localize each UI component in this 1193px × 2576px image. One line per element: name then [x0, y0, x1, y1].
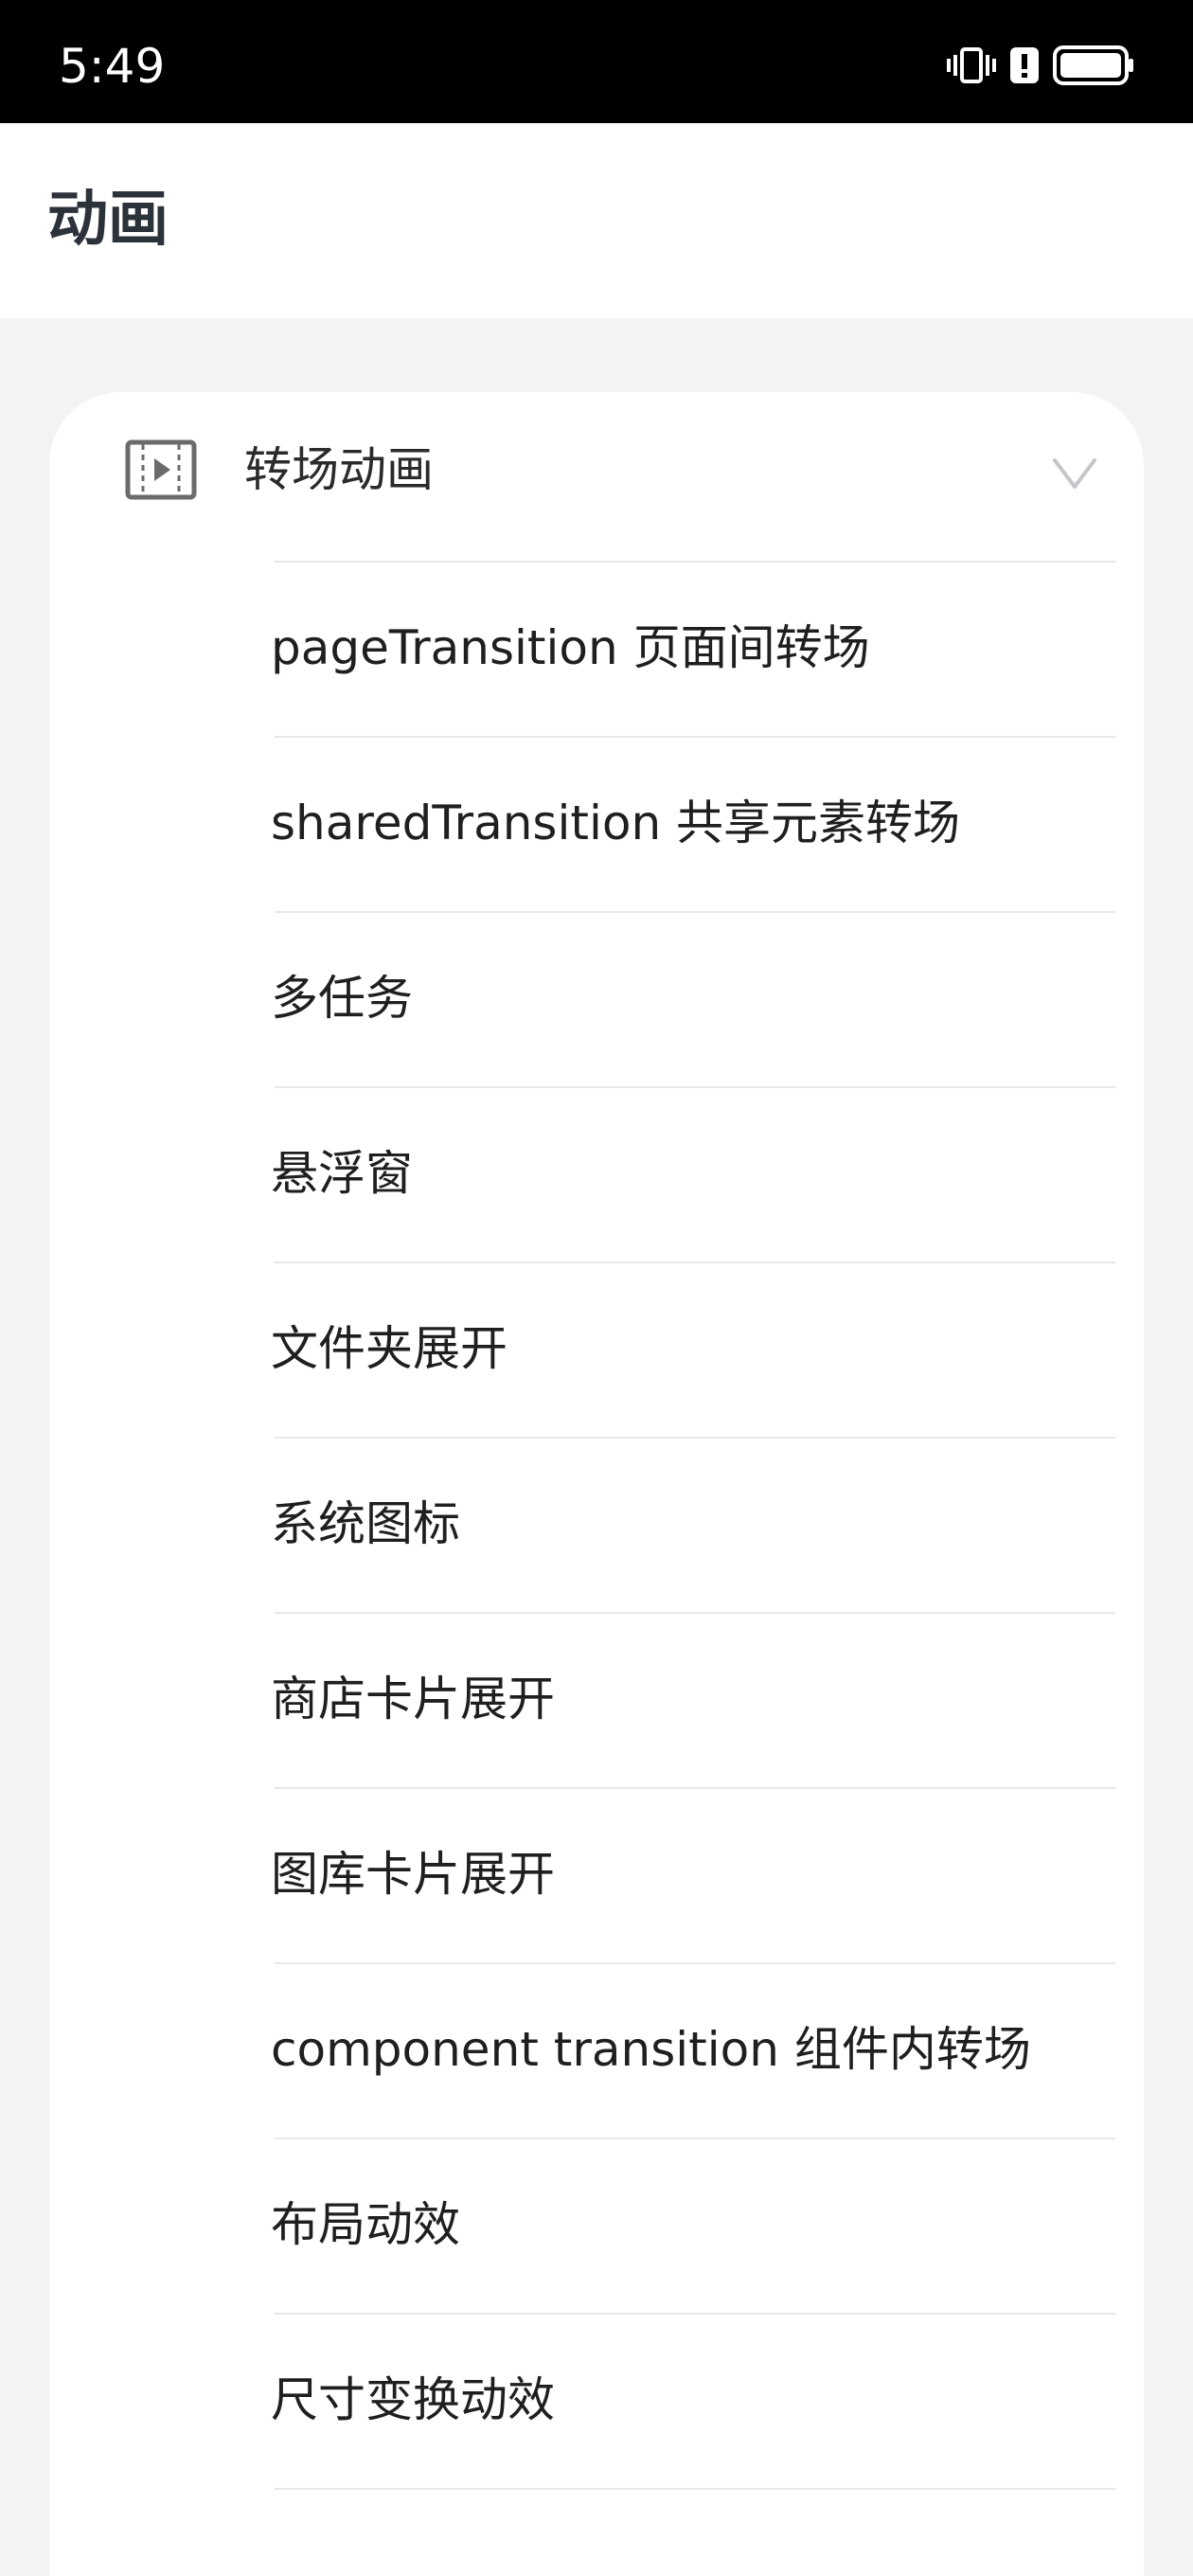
divider: [275, 1612, 1115, 1614]
list-item-label: 商店卡片展开: [271, 1672, 555, 1726]
list-item-folder-expand[interactable]: 文件夹展开: [49, 1261, 1144, 1437]
divider: [275, 1261, 1115, 1263]
divider: [275, 911, 1115, 913]
divider: [275, 2138, 1115, 2139]
divider: [275, 736, 1115, 738]
list-item-label: pageTransition 页面间转场: [271, 620, 870, 675]
group-label: 转场动画: [244, 442, 434, 497]
header: 动画: [0, 123, 1193, 318]
list-item-floating-window[interactable]: 悬浮窗: [49, 1086, 1144, 1261]
transition-animation-card: 转场动画 pageTransition 页面间转场 sharedTransiti…: [49, 392, 1144, 2576]
group-item-list: pageTransition 页面间转场 sharedTransition 共享…: [49, 561, 1144, 2507]
battery-icon: [1053, 45, 1134, 89]
list-item-label: 多任务: [271, 971, 413, 1026]
list-item-label: 尺寸变换动效: [271, 2372, 555, 2427]
list-item-shared-transition[interactable]: sharedTransition 共享元素转场: [49, 736, 1144, 911]
video-icon: [125, 439, 197, 500]
status-icons: [947, 44, 1134, 91]
divider: [275, 2488, 1115, 2490]
divider: [275, 2313, 1115, 2315]
alert-icon: [1009, 46, 1040, 88]
page-title: 动画: [47, 185, 169, 255]
divider: [275, 1787, 1115, 1789]
list-item-label: component transition 组件内转场: [271, 2022, 1031, 2077]
list-item-label: 系统图标: [271, 1496, 460, 1551]
list-item-multitask[interactable]: 多任务: [49, 911, 1144, 1086]
list-item-end: [49, 2488, 1144, 2507]
list-item-component-transition[interactable]: component transition 组件内转场: [49, 1962, 1144, 2138]
list-item-store-card[interactable]: 商店卡片展开: [49, 1612, 1144, 1787]
list-item-label: 悬浮窗: [271, 1146, 413, 1201]
list-item-page-transition[interactable]: pageTransition 页面间转场: [49, 561, 1144, 736]
group-header-transition[interactable]: 转场动画: [49, 392, 1144, 561]
chevron-down-icon[interactable]: [1051, 455, 1098, 492]
divider: [275, 1962, 1115, 1964]
list-item-gallery-card[interactable]: 图库卡片展开: [49, 1787, 1144, 1962]
divider: [275, 1437, 1115, 1439]
list-item-layout-animation[interactable]: 布局动效: [49, 2138, 1144, 2313]
list-item-label: sharedTransition 共享元素转场: [271, 796, 961, 850]
list-item-label: 图库卡片展开: [271, 1847, 555, 1902]
divider: [275, 561, 1115, 563]
list-item-label: 布局动效: [271, 2197, 460, 2252]
list-item-size-animation[interactable]: 尺寸变换动效: [49, 2313, 1144, 2488]
divider: [275, 1086, 1115, 1088]
vibrate-icon: [947, 45, 996, 89]
status-bar: 5:49: [0, 0, 1193, 123]
list-item-system-icon[interactable]: 系统图标: [49, 1437, 1144, 1612]
status-time: 5:49: [59, 39, 166, 94]
list-item-label: 文件夹展开: [271, 1321, 507, 1376]
